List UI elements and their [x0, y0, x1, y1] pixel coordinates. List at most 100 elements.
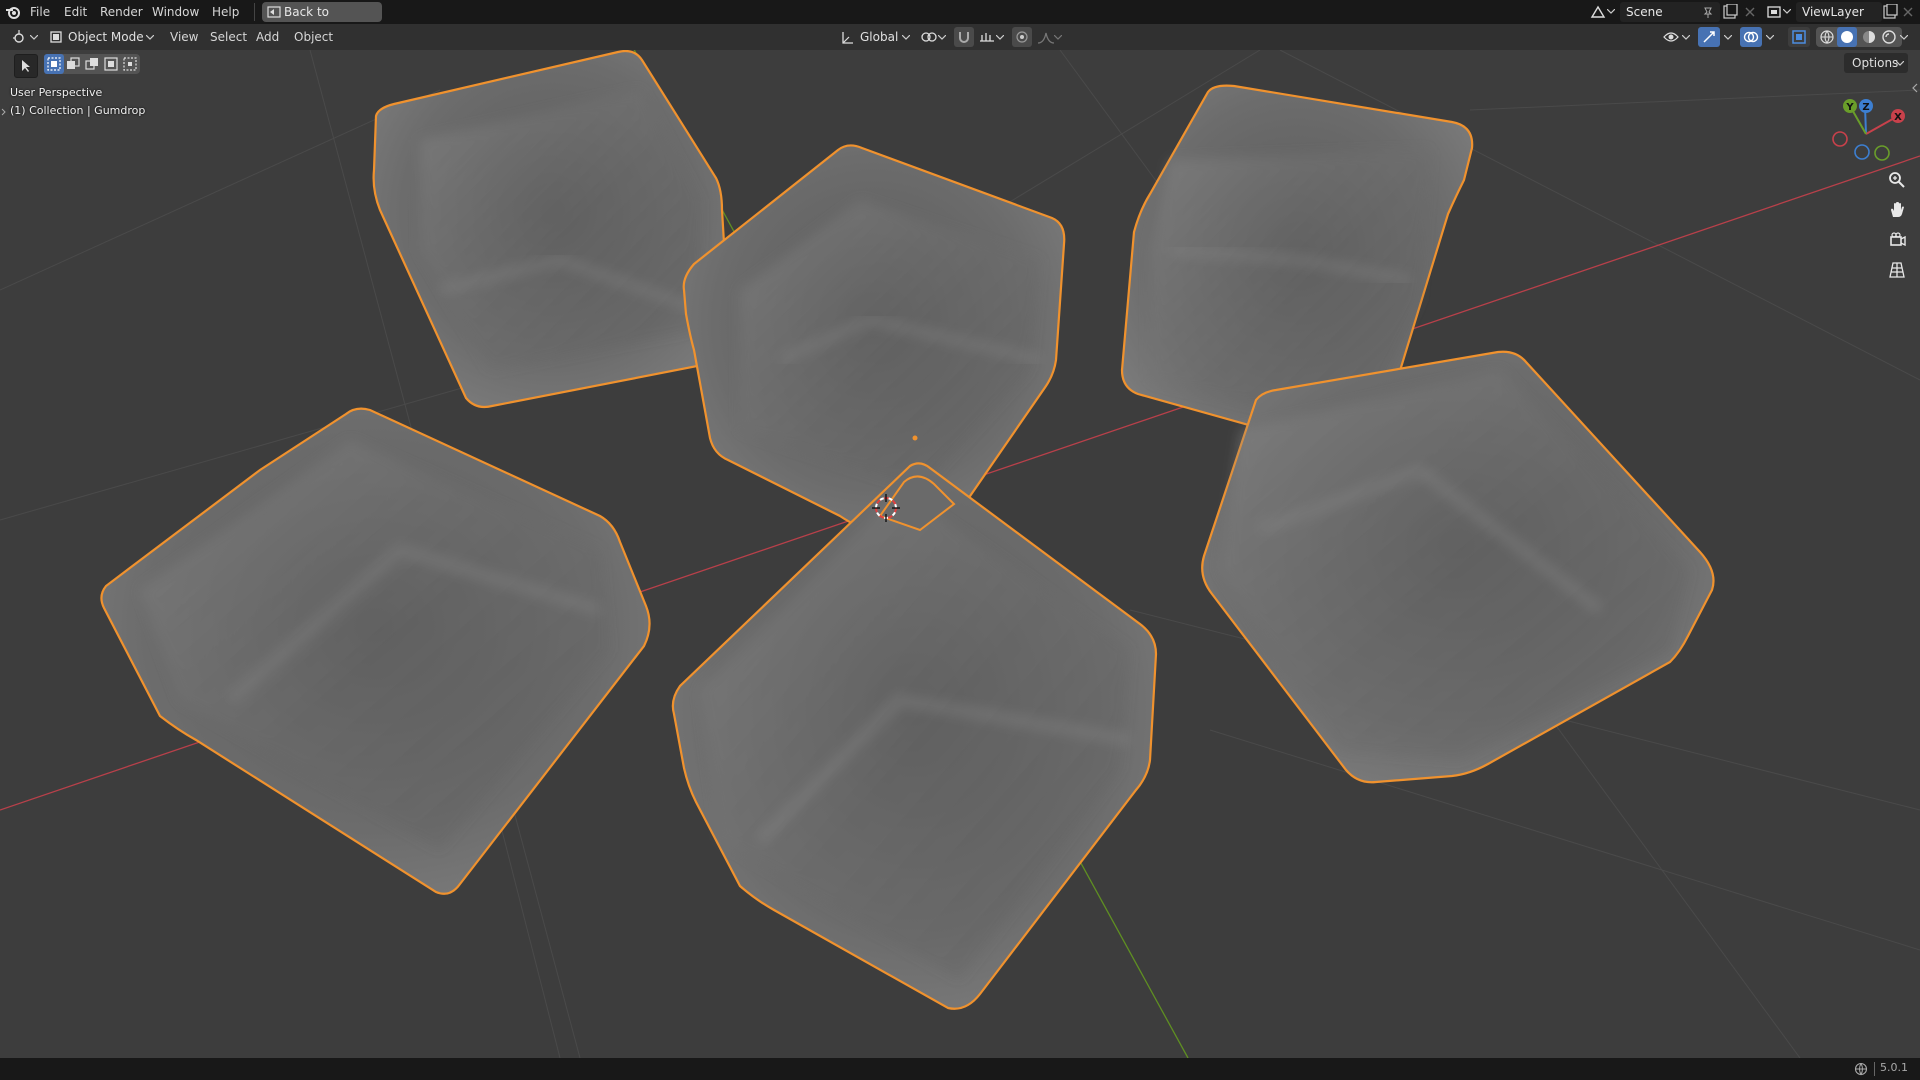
rendered-shading-icon[interactable] — [1881, 29, 1897, 45]
view-layer-field[interactable]: ViewLayer — [1796, 2, 1882, 22]
menu-help[interactable]: Help — [208, 3, 243, 21]
sidebar-toggle-icon[interactable] — [1912, 83, 1918, 93]
selection-extend-icon[interactable] — [66, 57, 80, 71]
selection-mode-group — [44, 54, 140, 74]
chevron-down-icon — [1896, 61, 1904, 66]
select-tool-button[interactable] — [14, 54, 38, 78]
camera-view-button[interactable] — [1885, 228, 1909, 252]
gizmo-x-label: X — [1894, 112, 1902, 123]
menu-view[interactable]: View — [166, 28, 202, 46]
object-mode-icon — [50, 31, 62, 43]
object-mode-dropdown[interactable]: Object Mode — [48, 27, 156, 47]
menu-render[interactable]: Render — [96, 3, 147, 21]
options-label: Options — [1852, 56, 1899, 70]
menu-window[interactable]: Window — [148, 3, 203, 21]
chevron-down-icon — [1783, 9, 1791, 14]
divider — [254, 3, 255, 21]
chevron-down-icon — [996, 35, 1004, 40]
navigation-gizmo[interactable]: Y Z X — [1826, 92, 1906, 172]
overlays-toggle[interactable] — [1740, 27, 1762, 47]
gumdrop-object[interactable] — [100, 407, 651, 895]
magnet-icon — [959, 32, 969, 43]
proportional-edit-toggle[interactable] — [1012, 27, 1032, 47]
camera-icon — [1890, 232, 1906, 247]
scene-name-field[interactable]: Scene — [1620, 2, 1720, 22]
proportional-edit-icon — [1016, 31, 1028, 43]
divider — [1874, 1062, 1875, 1076]
zoom-button[interactable] — [1885, 168, 1909, 192]
chevron-down-icon — [146, 35, 154, 40]
menu-edit[interactable]: Edit — [60, 3, 91, 21]
pin-icon[interactable] — [1702, 6, 1714, 18]
blender-logo-icon[interactable] — [5, 4, 21, 20]
chevron-down-icon — [30, 35, 38, 40]
scene-name-label: Scene — [1626, 5, 1663, 19]
gumdrop-object[interactable] — [682, 144, 1066, 542]
xray-toggle[interactable] — [1788, 27, 1810, 47]
chevron-right-icon[interactable] — [1, 108, 7, 116]
viewport-header: Object Mode View Select Add Object Globa… — [0, 24, 1920, 50]
perspective-toggle-button[interactable] — [1885, 258, 1909, 282]
pan-button[interactable] — [1885, 198, 1909, 222]
gumdrop-object[interactable] — [372, 50, 732, 409]
snap-toggle[interactable] — [954, 27, 974, 47]
material-preview-icon[interactable] — [1861, 29, 1877, 45]
chevron-down-icon — [1900, 35, 1908, 40]
solid-shading-button[interactable] — [1837, 27, 1857, 47]
chevron-down-icon — [1682, 35, 1690, 40]
hand-icon — [1891, 202, 1904, 217]
selection-intersect-icon[interactable] — [123, 57, 137, 71]
gizmo-toggle[interactable] — [1698, 27, 1720, 47]
globe-icon — [1854, 1062, 1868, 1076]
version-label: 5.0.1 — [1880, 1061, 1908, 1074]
scene-icon[interactable] — [1590, 4, 1606, 20]
options-dropdown[interactable]: Options — [1844, 53, 1908, 73]
menu-file[interactable]: File — [26, 3, 54, 21]
back-icon — [267, 6, 281, 18]
close-icon[interactable] — [1902, 6, 1914, 18]
editor-type-icon[interactable] — [12, 29, 30, 45]
transform-orientation-dropdown[interactable]: Global — [838, 27, 914, 47]
gizmo-icon — [1703, 31, 1715, 43]
visibility-icon[interactable] — [1662, 29, 1680, 45]
transform-orientation-label: Global — [860, 30, 899, 44]
viewport-canvas — [0, 50, 1920, 1058]
wireframe-shading-icon[interactable] — [1819, 29, 1835, 45]
zoom-icon — [1889, 172, 1905, 188]
chevron-down-icon — [902, 35, 910, 40]
object-mode-label: Object Mode — [68, 30, 144, 44]
pivot-point-icon[interactable] — [920, 29, 938, 45]
gizmo-y-label: Y — [1845, 102, 1854, 113]
selection-set-icon — [47, 57, 61, 71]
selection-invert-icon[interactable] — [104, 57, 118, 71]
new-scene-icon[interactable] — [1722, 4, 1738, 20]
selection-subtract-icon[interactable] — [85, 57, 99, 71]
menu-add[interactable]: Add — [252, 28, 283, 46]
object-origin-dot — [912, 435, 918, 441]
view-layer-label: ViewLayer — [1802, 5, 1864, 19]
status-bar: 5.0.1 — [0, 1058, 1920, 1080]
collection-label: (1) Collection | Gumdrop — [10, 104, 146, 117]
selection-set-button[interactable] — [44, 54, 64, 74]
menu-object[interactable]: Object — [290, 28, 337, 46]
chevron-down-icon — [1607, 9, 1615, 14]
solid-shading-icon — [1841, 31, 1853, 43]
chevron-down-icon — [1054, 35, 1062, 40]
new-view-layer-icon[interactable] — [1882, 4, 1898, 20]
gumdrop-object[interactable] — [1201, 350, 1715, 784]
back-to-previous-button[interactable]: Back to Previous — [262, 2, 382, 39]
chevron-down-icon — [1724, 35, 1732, 40]
view-layer-icon[interactable] — [1766, 4, 1782, 20]
gumdrop-object[interactable] — [671, 462, 1158, 1010]
shading-mode-group — [1816, 27, 1902, 47]
cursor-arrow-icon — [22, 60, 30, 72]
gizmo-z-label: Z — [1862, 102, 1869, 113]
snap-target-icon[interactable] — [978, 29, 996, 45]
top-bar: File Edit Render Window Help Back to Pre… — [0, 0, 1920, 39]
xray-icon — [1792, 30, 1806, 44]
menu-select[interactable]: Select — [206, 28, 251, 46]
3d-viewport[interactable]: Options User Perspective (1) Collection … — [0, 50, 1920, 1058]
chevron-down-icon — [1766, 35, 1774, 40]
orientation-icon — [842, 32, 853, 44]
close-icon[interactable] — [1744, 6, 1756, 18]
